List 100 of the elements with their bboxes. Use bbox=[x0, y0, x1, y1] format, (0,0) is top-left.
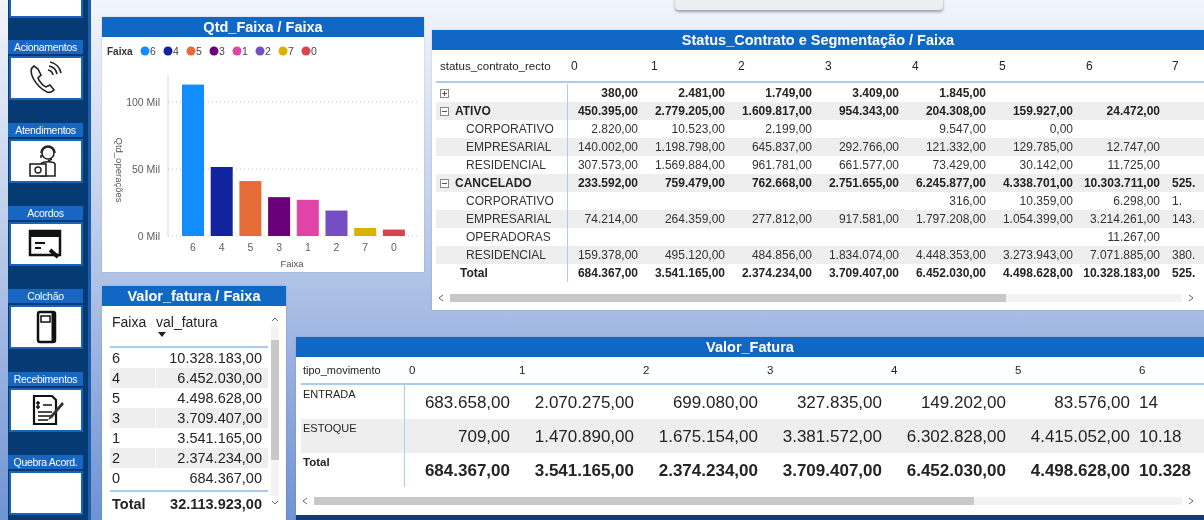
table-cell-text: 917.581,00 bbox=[837, 211, 900, 228]
table-cell-text: 4.338.701,00 bbox=[1001, 175, 1074, 192]
scroll-up-icon[interactable] bbox=[270, 316, 279, 322]
visual-title: Valor_Fatura bbox=[296, 337, 1204, 357]
total-cell-text: 6.452.030,00 bbox=[905, 460, 1007, 482]
total-cell-text: 3.541.165,00 bbox=[533, 460, 635, 482]
table-cell-text: 661.577,00 bbox=[837, 157, 900, 174]
table-cell-text: 159.927,00 bbox=[1011, 103, 1074, 120]
legend-label: 6 bbox=[150, 45, 156, 57]
column-header[interactable]: val_fatura bbox=[156, 314, 218, 337]
total-cell-text: 4.498.628,00 bbox=[1001, 265, 1074, 282]
column-header: 1 bbox=[518, 364, 527, 376]
table-cell-text: 83.576,00 bbox=[1053, 392, 1131, 414]
scroll-right-icon[interactable] bbox=[1188, 497, 1194, 505]
table-cell-text: 14 bbox=[1138, 392, 1159, 414]
scroll-right-icon[interactable] bbox=[1188, 294, 1194, 302]
table-cell-text: 709,00 bbox=[457, 426, 511, 448]
x-tick-label: 5 bbox=[247, 241, 254, 253]
column-header: 5 bbox=[1014, 364, 1023, 376]
table-cell-text: 4.498.628,00 bbox=[176, 390, 263, 406]
scroll-down-icon[interactable] bbox=[270, 500, 279, 506]
total-cell-text: 3.709.407,00 bbox=[827, 265, 900, 282]
bar bbox=[296, 199, 319, 236]
table-cell-text: 2.374.234,00 bbox=[176, 450, 263, 466]
visual-title: Status_Contrato e Segmentação / Faixa bbox=[432, 30, 1204, 50]
nav-label: Quebra Acord. bbox=[8, 455, 83, 469]
table-cell-text: 380. bbox=[1171, 247, 1197, 264]
collapse-icon[interactable] bbox=[440, 178, 449, 188]
column-header: 3 bbox=[824, 58, 833, 73]
column-header[interactable]: Faixa bbox=[110, 314, 156, 330]
bar bbox=[325, 210, 348, 236]
visual-title: Qtd_Faixa / Faixa bbox=[102, 17, 424, 37]
total-cell-text: 684.367,00 bbox=[423, 460, 511, 482]
y-tick-label: 50 Mil bbox=[132, 163, 160, 175]
column-header: status_contrato_recto bbox=[439, 59, 552, 72]
nav-label: Colchão bbox=[8, 289, 83, 303]
column-header: 3 bbox=[766, 364, 775, 376]
x-tick-label: 3 bbox=[276, 241, 282, 253]
table-cell-text: 1.470.890,00 bbox=[533, 426, 635, 448]
table-cell-text: 2.820,00 bbox=[590, 121, 639, 138]
table-cell-text: 129.785,00 bbox=[1011, 139, 1074, 156]
x-tick-label: 7 bbox=[362, 241, 369, 253]
table-cell-text: 6.245.877,00 bbox=[914, 175, 987, 192]
bar bbox=[354, 227, 377, 236]
table-cell-text: 10.18 bbox=[1138, 426, 1183, 448]
scroll-left-icon[interactable] bbox=[302, 497, 308, 505]
table-cell-text: 3.541.165,00 bbox=[176, 430, 263, 446]
nav-label: Atendimentos bbox=[8, 123, 83, 137]
table-cell-text: 525. bbox=[1171, 175, 1197, 192]
scrollbar[interactable] bbox=[270, 326, 279, 496]
row-label: OPERADORAS bbox=[466, 229, 551, 246]
column-header: 6 bbox=[1085, 58, 1094, 73]
nav-button[interactable] bbox=[9, 222, 83, 266]
row-label: EMPRESARIAL bbox=[466, 139, 552, 156]
table-cell-text: 495.120,00 bbox=[663, 247, 726, 264]
table-cell-text: 24.472,00 bbox=[1105, 103, 1161, 120]
column-header: 0 bbox=[408, 364, 417, 376]
table-cell: 2 bbox=[110, 448, 156, 468]
bar bbox=[268, 197, 291, 236]
table-cell-text: 3.709.407,00 bbox=[176, 410, 263, 426]
nav-button[interactable] bbox=[9, 388, 83, 432]
table-cell-text: 11.267,00 bbox=[1106, 229, 1161, 246]
table-cell-text: 1.675.154,00 bbox=[657, 426, 759, 448]
table-cell-text: 159.378,00 bbox=[576, 247, 639, 264]
table-cell-text: 1.834.074,00 bbox=[827, 247, 900, 264]
nav-button[interactable] bbox=[9, 305, 83, 349]
table-cell-text: 140.002,00 bbox=[576, 139, 639, 156]
collapse-icon[interactable] bbox=[440, 106, 449, 116]
table-cell-text: 4.415.052,00 bbox=[1029, 426, 1131, 448]
table-cell-text: 0,00 bbox=[1048, 121, 1074, 138]
scrollbar[interactable] bbox=[450, 294, 1182, 302]
row-label: CORPORATIVO bbox=[466, 193, 554, 210]
table-cell-text: 316,00 bbox=[948, 193, 987, 210]
total-cell-text: 6.452.030,00 bbox=[914, 265, 987, 282]
table-cell-text: 699.080,00 bbox=[671, 392, 759, 414]
total-cell-text: 2.374.234,00 bbox=[740, 265, 813, 282]
table-cell-text: 450.395,00 bbox=[576, 103, 639, 120]
nav-button[interactable] bbox=[9, 139, 83, 183]
table-cell-text: 1.609.817,00 bbox=[740, 103, 813, 120]
total-cell-text: 3.541.165,00 bbox=[653, 265, 726, 282]
table-cell-text: 3.381.572,00 bbox=[781, 426, 883, 448]
table-cell-text: 2.779.205,00 bbox=[653, 103, 726, 120]
x-tick-label: 4 bbox=[218, 241, 225, 253]
table-cell-text: 292.766,00 bbox=[837, 139, 900, 156]
table-cell-text: 645.837,00 bbox=[750, 139, 813, 156]
scrollbar[interactable] bbox=[314, 497, 1182, 505]
table-cell-text: 10.303.711,00 bbox=[1083, 175, 1161, 192]
nav-button[interactable] bbox=[9, 56, 83, 100]
table-cell-text: 6.298,00 bbox=[1112, 193, 1161, 210]
bar bbox=[210, 167, 233, 236]
table-cell-text: 1.749,00 bbox=[764, 85, 813, 102]
table-cell-text: 121.332,00 bbox=[924, 139, 987, 156]
table-cell-text: 10.523,00 bbox=[670, 121, 726, 138]
sort-descending-icon[interactable] bbox=[158, 332, 166, 337]
scroll-left-icon[interactable] bbox=[438, 294, 444, 302]
expand-icon[interactable] bbox=[440, 88, 449, 98]
table-cell-text: 30.142,00 bbox=[1018, 157, 1074, 174]
nav-tile[interactable] bbox=[9, 0, 83, 18]
table-cell-text: 3.409,00 bbox=[851, 85, 900, 102]
table-cell-text: 6.302.828,00 bbox=[905, 426, 1007, 448]
